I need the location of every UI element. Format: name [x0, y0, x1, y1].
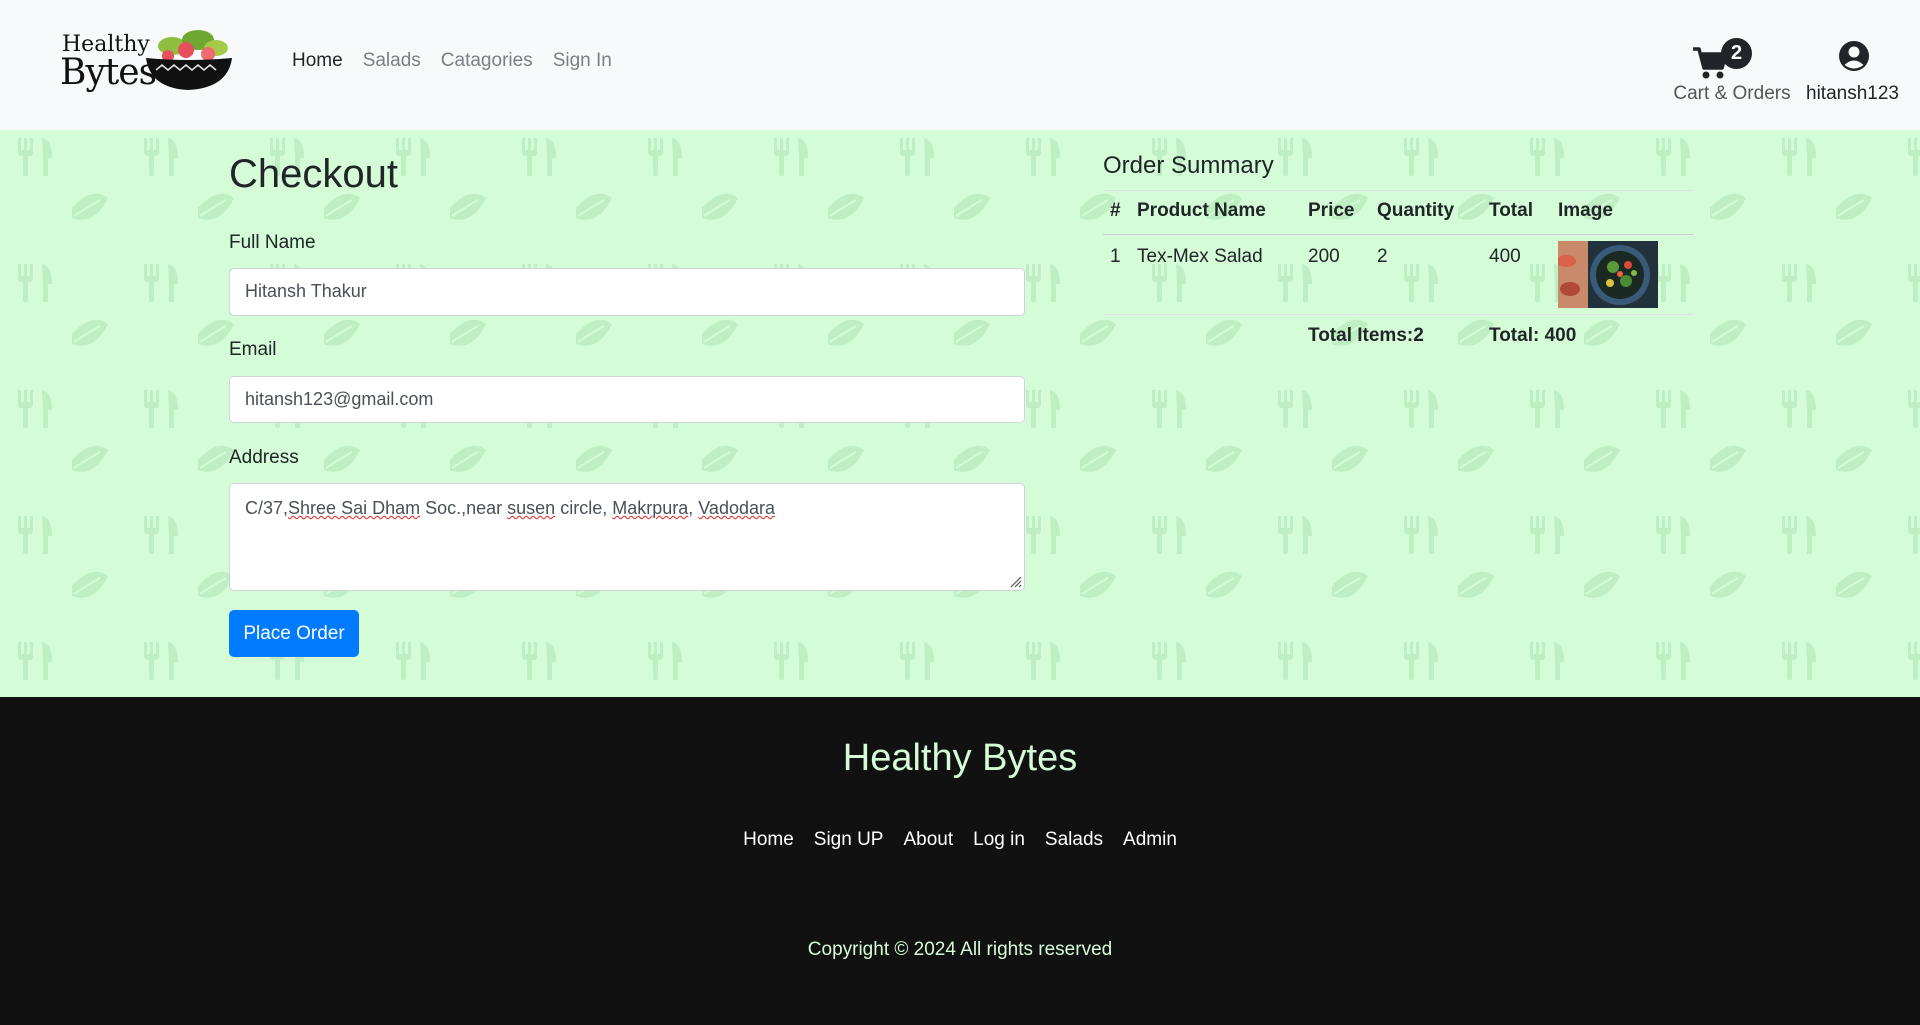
footer: Healthy Bytes Home Sign UP About Log in …	[0, 697, 1920, 1025]
footer-link-sign-up[interactable]: Sign UP	[814, 829, 884, 851]
page-title: Checkout	[229, 152, 398, 196]
checkout-section: Checkout Full Name Hitansh Thakur Email …	[0, 130, 1920, 697]
nav-sign-in[interactable]: Sign In	[553, 50, 612, 72]
cart-and-orders-button[interactable]: 2 Cart & Orders	[1672, 36, 1822, 108]
address-text-part: C/37,	[245, 498, 289, 518]
email-label: Email	[229, 339, 277, 360]
address-text-part: ,	[688, 498, 699, 518]
row-quantity: 2	[1377, 246, 1388, 267]
cart-label: Cart & Orders	[1673, 83, 1791, 104]
address-textarea[interactable]: C/37,Shree Sai Dham Soc.,near susen circ…	[229, 483, 1025, 591]
address-text-part: circle,	[555, 498, 613, 518]
full-name-label: Full Name	[229, 232, 316, 253]
col-header-total: Total	[1489, 200, 1533, 221]
navbar: Healthy Bytes Home Salads Catagories Sig…	[0, 0, 1920, 130]
copyright-text: Copyright © 2024 All rights reserved	[807, 939, 1113, 960]
nav-categories[interactable]: Catagories	[441, 50, 533, 72]
resize-grip-icon[interactable]	[1008, 574, 1022, 588]
main-nav: Home Salads Catagories Sign In	[292, 50, 612, 72]
nav-salads[interactable]: Salads	[363, 50, 421, 72]
row-price: 200	[1308, 246, 1340, 267]
email-input[interactable]: hitansh123@gmail.com	[229, 376, 1025, 423]
col-header-image: Image	[1558, 200, 1613, 221]
footer-brand-title: Healthy Bytes	[842, 737, 1078, 779]
footer-link-home[interactable]: Home	[743, 829, 794, 851]
col-header-price: Price	[1308, 200, 1355, 221]
brand-logo[interactable]: Healthy Bytes	[60, 26, 235, 96]
user-account-button[interactable]: hitansh123	[1806, 38, 1906, 108]
table-divider	[1103, 234, 1693, 235]
total-items: Total Items:2	[1308, 325, 1424, 346]
address-text-part: susen	[507, 498, 556, 518]
salad-photo	[1558, 241, 1658, 308]
row-product-name: Tex-Mex Salad	[1137, 246, 1263, 267]
col-header-product-name: Product Name	[1137, 200, 1266, 221]
order-summary-title: Order Summary	[1103, 152, 1274, 179]
footer-nav: Home Sign UP About Log in Salads Admin	[0, 829, 1920, 851]
username-label: hitansh123	[1806, 83, 1899, 104]
salad-bowl-icon	[146, 30, 232, 90]
place-order-button[interactable]: Place Order	[229, 610, 359, 657]
table-divider	[1103, 314, 1693, 315]
footer-link-salads[interactable]: Salads	[1045, 829, 1103, 851]
address-text-part: Vadodara	[698, 498, 775, 518]
row-total: 400	[1489, 246, 1521, 267]
cart-count-badge: 2	[1721, 38, 1752, 69]
address-text-part: Makrpura	[612, 498, 689, 518]
user-circle-icon	[1839, 41, 1869, 71]
address-text-part: Soc.,near	[420, 498, 508, 518]
col-header-number: #	[1110, 200, 1121, 221]
full-name-input[interactable]: Hitansh Thakur	[229, 268, 1025, 316]
address-text-part: Shree Sai Dham	[288, 498, 421, 518]
footer-link-log-in[interactable]: Log in	[973, 829, 1025, 851]
order-total: Total: 400	[1489, 325, 1577, 346]
nav-home[interactable]: Home	[292, 50, 343, 72]
row-number: 1	[1110, 246, 1121, 267]
col-header-quantity: Quantity	[1377, 200, 1455, 221]
footer-link-about[interactable]: About	[903, 829, 953, 851]
footer-link-admin[interactable]: Admin	[1123, 829, 1177, 851]
address-label: Address	[229, 447, 299, 468]
table-divider	[1103, 190, 1693, 191]
